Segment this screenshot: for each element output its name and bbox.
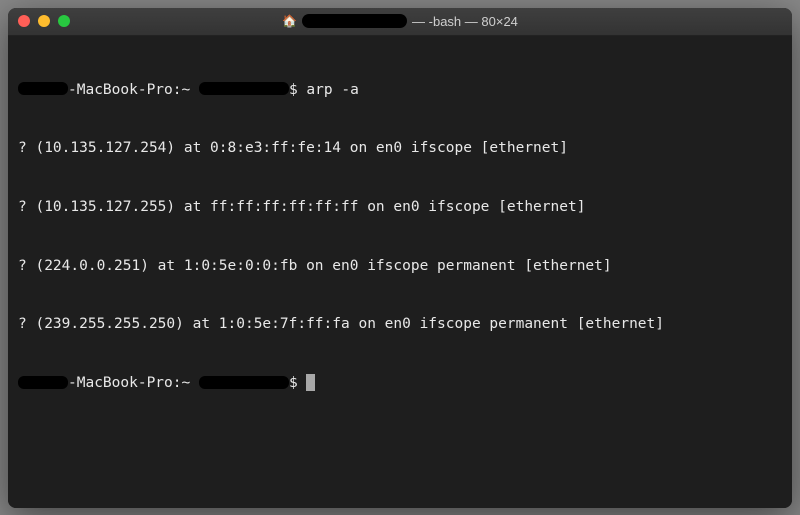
minimize-button[interactable] bbox=[38, 15, 50, 27]
home-icon: 🏠 bbox=[282, 14, 297, 28]
terminal-window: 🏠 — -bash — 80×24 -MacBook-Pro:~ $ arp -… bbox=[8, 8, 792, 508]
output-line: ? (10.135.127.255) at ff:ff:ff:ff:ff:ff … bbox=[18, 198, 782, 218]
title-suffix: — -bash — 80×24 bbox=[412, 14, 518, 29]
cursor bbox=[306, 374, 315, 391]
redacted-username bbox=[199, 376, 289, 389]
redacted-title-text bbox=[302, 14, 407, 28]
host-suffix: -MacBook-Pro:~ bbox=[68, 82, 190, 98]
redacted-hostname bbox=[18, 376, 68, 389]
prompt-line-1: -MacBook-Pro:~ $ arp -a bbox=[18, 81, 782, 101]
redacted-username bbox=[199, 82, 289, 95]
host-suffix: -MacBook-Pro:~ bbox=[68, 375, 190, 391]
close-button[interactable] bbox=[18, 15, 30, 27]
prompt-symbol: $ bbox=[289, 82, 298, 98]
maximize-button[interactable] bbox=[58, 15, 70, 27]
prompt-symbol: $ bbox=[289, 375, 298, 391]
redacted-hostname bbox=[18, 82, 68, 95]
terminal-body[interactable]: -MacBook-Pro:~ $ arp -a ? (10.135.127.25… bbox=[8, 36, 792, 508]
output-line: ? (10.135.127.254) at 0:8:e3:ff:fe:14 on… bbox=[18, 139, 782, 159]
command-text: arp -a bbox=[306, 82, 358, 98]
titlebar: 🏠 — -bash — 80×24 bbox=[8, 8, 792, 36]
output-line: ? (239.255.255.250) at 1:0:5e:7f:ff:fa o… bbox=[18, 315, 782, 335]
window-title: 🏠 — -bash — 80×24 bbox=[8, 14, 792, 29]
output-line: ? (224.0.0.251) at 1:0:5e:0:0:fb on en0 … bbox=[18, 257, 782, 277]
prompt-line-2: -MacBook-Pro:~ $ bbox=[18, 374, 782, 394]
traffic-lights bbox=[18, 15, 70, 27]
